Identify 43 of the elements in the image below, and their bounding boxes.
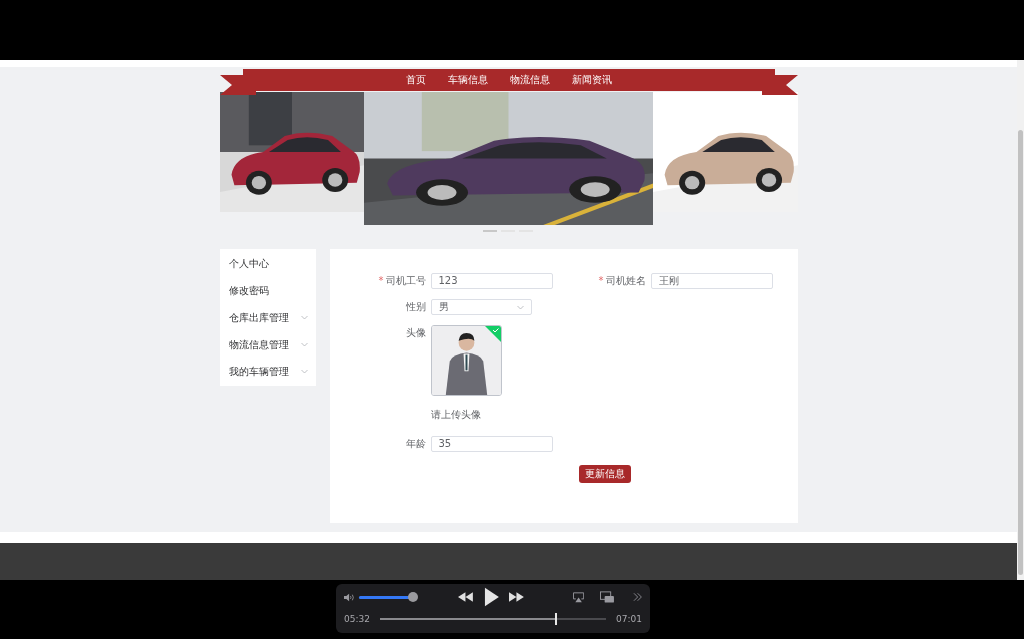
play-icon[interactable] (483, 587, 499, 607)
nav-link[interactable]: 首页 (394, 69, 437, 91)
progress-bar[interactable] (379, 613, 607, 625)
airplay-icon[interactable] (572, 591, 584, 603)
menu-item[interactable]: 仓库出库管理 (219, 304, 316, 331)
nav-link[interactable]: 车辆信息 (436, 69, 499, 91)
menu-item-label: 物流信息管理 (228, 337, 289, 352)
scrollbar-thumb[interactable] (1018, 130, 1023, 575)
required-mark: * (598, 275, 604, 286)
field-label: 性别 (404, 300, 426, 314)
input-field[interactable]: 王刚 (650, 273, 773, 289)
menu-item-label: 修改密码 (228, 283, 269, 298)
menu-item[interactable]: 物流信息管理 (219, 331, 316, 358)
rewind-icon[interactable] (458, 592, 473, 602)
nav-link[interactable]: 新闻资讯 (560, 69, 623, 91)
field-label: * 司机工号 (377, 274, 426, 288)
menu-item[interactable]: 修改密码 (219, 277, 316, 304)
field-label: 头像 (404, 326, 426, 340)
duration: 07:01 (616, 614, 642, 624)
double-chevron-icon[interactable] (632, 592, 642, 602)
current-time: 05:32 (344, 614, 370, 624)
nav-link[interactable]: 物流信息 (498, 69, 561, 91)
scrollbar[interactable] (1017, 60, 1024, 580)
menu-item[interactable]: 个人中心 (219, 250, 316, 277)
select-field[interactable]: 男 (430, 299, 532, 315)
input-field[interactable]: 123 (430, 273, 553, 289)
required-mark: * (378, 275, 384, 286)
upload-hint: 请上传头像 (430, 408, 482, 422)
menu-item-label: 仓库出库管理 (228, 310, 289, 325)
picture-in-picture-icon[interactable] (599, 591, 614, 603)
field-label: 年龄 (404, 437, 426, 451)
playhead[interactable] (555, 613, 558, 625)
menu-item-label: 我的车辆管理 (228, 364, 289, 379)
slider-thumb[interactable] (408, 592, 419, 602)
chevron-icon (516, 304, 524, 310)
avatar-upload[interactable] (430, 325, 502, 396)
update-button[interactable]: 更新信息 (578, 465, 631, 483)
input-field[interactable]: 35 (430, 436, 553, 452)
field-label: * 司机姓名 (597, 274, 646, 288)
volume-icon[interactable] (344, 592, 356, 602)
menu-item[interactable]: 我的车辆管理 (219, 358, 316, 385)
menu-item-label: 个人中心 (228, 256, 269, 271)
fast-forward-icon[interactable] (508, 592, 524, 602)
